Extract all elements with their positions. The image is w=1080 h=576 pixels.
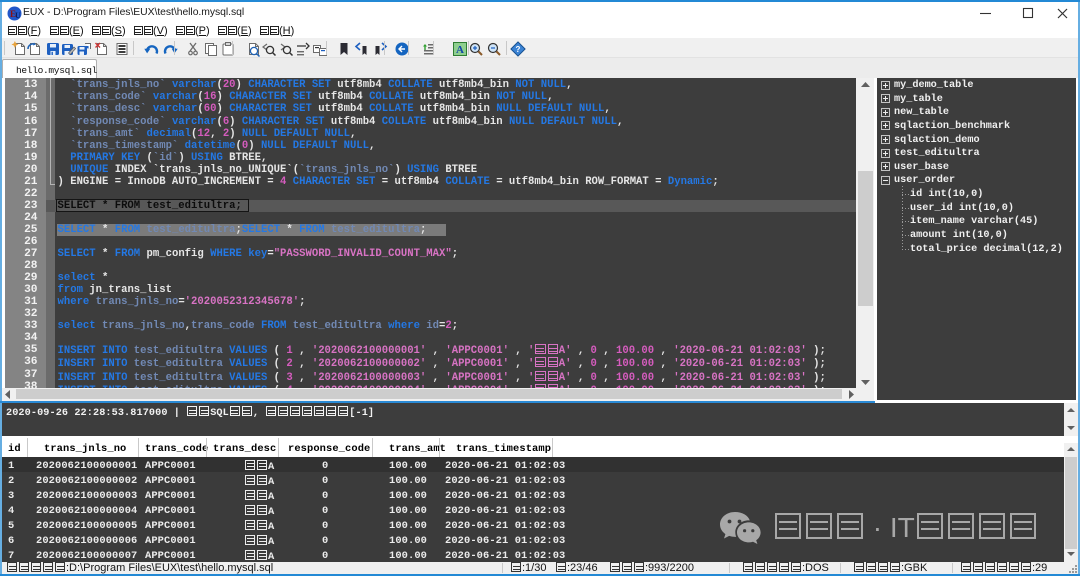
svg-text:A: A <box>456 44 464 56</box>
svg-text:?: ? <box>516 45 521 54</box>
svg-text:U: U <box>15 11 21 20</box>
